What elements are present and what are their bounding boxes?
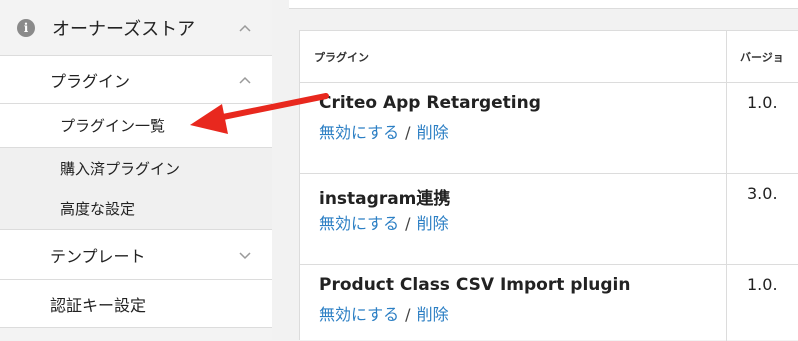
sidebar-item-label: 高度な設定: [60, 200, 136, 218]
sidebar-item-template[interactable]: テンプレート: [0, 230, 272, 280]
sidebar-item-label: 認証キー設定: [50, 295, 147, 315]
top-bar: [289, 0, 798, 9]
action-separator: /: [405, 305, 411, 324]
main-content: プラグイン バージョ Criteo App Retargeting 無効にする /…: [289, 0, 798, 341]
plugin-version: 1.0.: [747, 93, 778, 112]
plugin-version: 3.0.: [747, 184, 778, 203]
sidebar-item-owners-store[interactable]: i オーナーズストア: [0, 0, 272, 56]
column-header-version: バージョ: [740, 51, 784, 64]
action-separator: /: [405, 123, 411, 142]
delete-link[interactable]: 削除: [417, 214, 449, 233]
plugin-name: instagram連携: [319, 189, 451, 209]
disable-link[interactable]: 無効にする: [319, 123, 399, 142]
sidebar-item-label: オーナーズストア: [52, 18, 196, 40]
sidebar-item-advanced-settings[interactable]: 高度な設定: [0, 188, 272, 230]
sidebar: i オーナーズストア プラグイン プラグイン一覧 購入済プラグイン 高度な設定 …: [0, 0, 272, 340]
chevron-up-icon: [239, 76, 251, 84]
sidebar-item-plugin[interactable]: プラグイン: [0, 56, 272, 104]
row-actions: 無効にする / 削除: [319, 210, 449, 234]
sidebar-item-label: テンプレート: [50, 246, 146, 266]
disable-link[interactable]: 無効にする: [319, 305, 399, 324]
chevron-down-icon: [239, 251, 251, 259]
plugin-table: プラグイン バージョ Criteo App Retargeting 無効にする /…: [299, 30, 798, 341]
sidebar-item-label: プラグイン: [50, 71, 131, 91]
info-icon: i: [17, 18, 35, 37]
sidebar-footer: [0, 328, 272, 340]
plugin-name: Product Class CSV Import plugin: [319, 275, 631, 295]
table-row: Product Class CSV Import plugin 無効にする / 削除…: [300, 265, 798, 341]
chevron-up-icon: [239, 24, 251, 32]
plugin-name: Criteo App Retargeting: [319, 93, 541, 113]
sidebar-item-label: プラグイン一覧: [60, 117, 166, 135]
disable-link[interactable]: 無効にする: [319, 214, 399, 233]
row-actions: 無効にする / 削除: [319, 119, 449, 143]
row-actions: 無効にする / 削除: [319, 301, 449, 325]
table-row: instagram連携 無効にする / 削除 3.0.: [300, 174, 798, 265]
table-row: Criteo App Retargeting 無効にする / 削除 1.0.: [300, 83, 798, 174]
column-header-plugin: プラグイン: [314, 51, 369, 64]
plugin-version: 1.0.: [747, 275, 778, 294]
delete-link[interactable]: 削除: [417, 305, 449, 324]
sidebar-item-plugin-list[interactable]: プラグイン一覧: [0, 104, 272, 148]
sidebar-item-auth-key-settings[interactable]: 認証キー設定: [0, 280, 272, 328]
action-separator: /: [405, 214, 411, 233]
sidebar-item-purchased-plugins[interactable]: 購入済プラグイン: [0, 148, 272, 188]
table-header: プラグイン バージョ: [300, 31, 798, 83]
sidebar-item-label: 購入済プラグイン: [60, 159, 181, 178]
delete-link[interactable]: 削除: [417, 123, 449, 142]
